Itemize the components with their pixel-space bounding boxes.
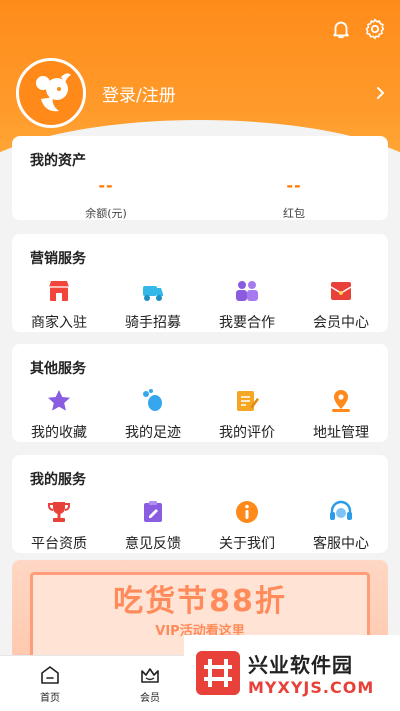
balance-value: -- [98,176,114,195]
watermark-logo-icon [196,651,240,695]
address-manage-button[interactable]: 地址管理 [294,388,388,442]
my-services-card: 我的服务 平台资质 意见反馈 关于我们 客服中心 [12,455,388,553]
section-title: 其他服务 [30,361,86,377]
settings-icon[interactable] [364,18,386,40]
assets-card: 我的资产 -- 余额(元) -- 红包 [12,136,388,220]
platform-qualification-button[interactable]: 平台资质 [12,499,106,553]
crown-icon [141,667,159,683]
red-packet-item[interactable]: -- 红包 [200,176,388,221]
member-card-icon [330,282,352,300]
avatar[interactable] [16,58,86,128]
section-title: 我的服务 [30,472,86,488]
login-row[interactable]: 登录/注册 [16,58,388,128]
cooperate-button[interactable]: 我要合作 [200,278,294,332]
red-packet-label: 红包 [283,207,305,220]
footprint-icon [143,389,162,411]
tab-label: 会员 [140,692,160,704]
feedback-icon [144,501,162,522]
other-services-card: 其他服务 我的收藏 我的足迹 我的评价 地址管理 [12,344,388,442]
headset-icon [330,500,352,520]
site-watermark: 兴业软件园 MYXYJS.COM [184,635,400,711]
service-label: 意见反馈 [125,536,181,552]
member-center-button[interactable]: 会员中心 [294,278,388,332]
info-icon [236,501,258,523]
favorites-button[interactable]: 我的收藏 [12,388,106,442]
watermark-name-cn: 兴业软件园 [248,653,353,677]
star-icon [48,390,70,411]
merchant-join-button[interactable]: 商家入驻 [12,278,106,332]
section-title: 我的资产 [30,153,86,169]
section-title: 营销服务 [30,251,86,267]
service-label: 会员中心 [313,315,369,331]
trophy-icon [48,502,70,522]
review-icon [237,391,259,411]
service-label: 商家入驻 [31,315,87,331]
chevron-right-icon[interactable] [374,86,388,100]
rider-recruit-button[interactable]: 骑手招募 [106,278,200,332]
service-label: 平台资质 [31,536,87,552]
service-label: 骑手招募 [125,315,181,331]
service-label: 关于我们 [219,536,275,552]
footprints-button[interactable]: 我的足迹 [106,388,200,442]
header-actions [330,18,386,40]
watermark-name-en: MYXYJS.COM [248,678,375,697]
koala-logo-icon [36,73,71,112]
service-label: 我的评价 [219,425,275,441]
service-label: 我要合作 [219,315,275,331]
banner-title: 吃货节88折 [113,584,287,619]
customer-service-button[interactable]: 客服中心 [294,499,388,553]
store-icon [49,281,69,301]
home-icon [41,665,59,684]
about-us-button[interactable]: 关于我们 [200,499,294,553]
login-register-link[interactable]: 登录/注册 [102,81,374,106]
bell-icon[interactable] [330,18,352,40]
balance-label: 余额(元) [85,207,127,220]
feedback-button[interactable]: 意见反馈 [106,499,200,553]
service-label: 客服中心 [313,536,369,552]
service-label: 地址管理 [313,425,369,441]
location-icon [332,390,350,412]
marketing-services-card: 营销服务 商家入驻 骑手招募 我要合作 会员中心 [12,234,388,332]
balance-item[interactable]: -- 余额(元) [12,176,200,221]
scooter-icon [143,286,163,301]
service-label: 我的足迹 [125,425,181,441]
tab-home[interactable]: 首页 [0,656,100,711]
partners-icon [236,281,258,301]
tab-label: 首页 [40,692,60,704]
service-label: 我的收藏 [31,425,87,441]
reviews-button[interactable]: 我的评价 [200,388,294,442]
red-packet-value: -- [286,176,302,195]
